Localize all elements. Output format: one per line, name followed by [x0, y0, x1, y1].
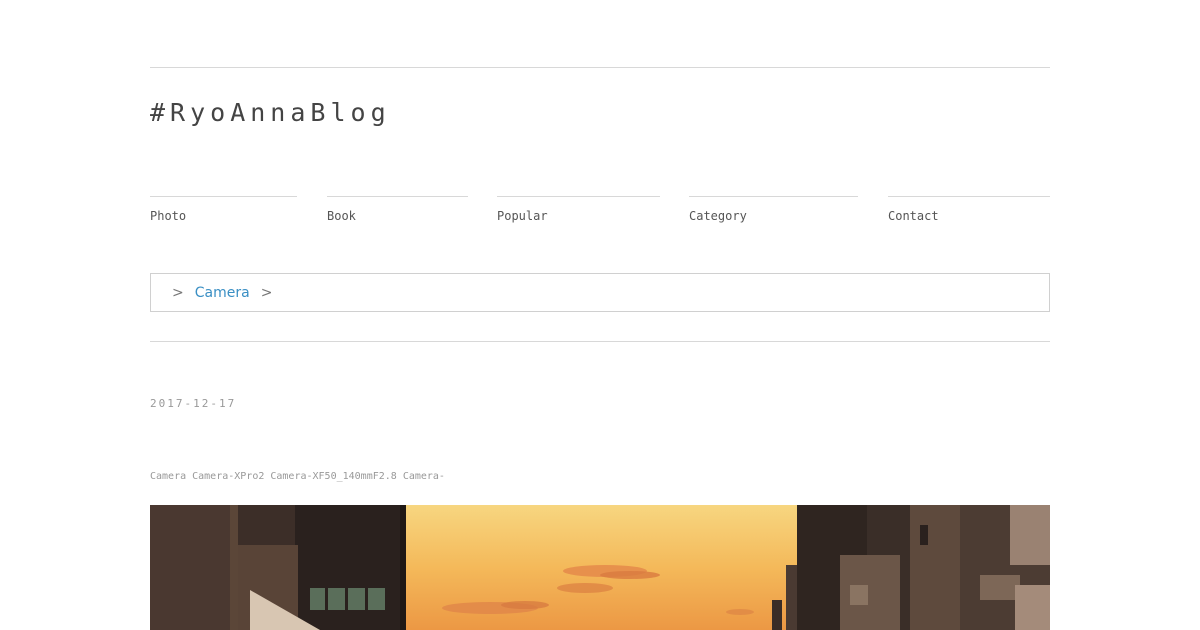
tag-link[interactable]: Camera	[150, 471, 186, 482]
content-divider	[150, 341, 1050, 342]
nav-item-photo[interactable]: Photo	[150, 196, 297, 226]
breadcrumb-separator: >	[172, 284, 184, 301]
hero-photo	[150, 505, 1050, 630]
post-tags: Camera Camera-XPro2 Camera-XF50_140mmF2.8 C…	[150, 471, 451, 482]
sunset-cityscape-image	[150, 505, 1050, 630]
breadcrumb: > Camera >	[150, 273, 1050, 312]
site-title[interactable]: #RyoAnnaBlog	[150, 98, 391, 127]
tag-link[interactable]: Camera-XF50_140mmF2.8	[270, 471, 396, 482]
nav-item-category[interactable]: Category	[689, 196, 858, 226]
nav-item-popular[interactable]: Popular	[497, 196, 660, 226]
tag-link[interactable]: Camera-	[403, 471, 445, 482]
nav-item-book[interactable]: Book	[327, 196, 468, 226]
breadcrumb-link-camera[interactable]: Camera	[195, 285, 250, 301]
breadcrumb-separator: >	[260, 284, 273, 301]
tag-link[interactable]: Camera-XPro2	[192, 471, 264, 482]
nav-item-contact[interactable]: Contact	[888, 196, 1050, 226]
post-date: 2017-12-17	[150, 397, 237, 410]
main-nav: Photo Book Popular Category Contact	[150, 196, 1050, 226]
header-divider	[150, 67, 1050, 68]
